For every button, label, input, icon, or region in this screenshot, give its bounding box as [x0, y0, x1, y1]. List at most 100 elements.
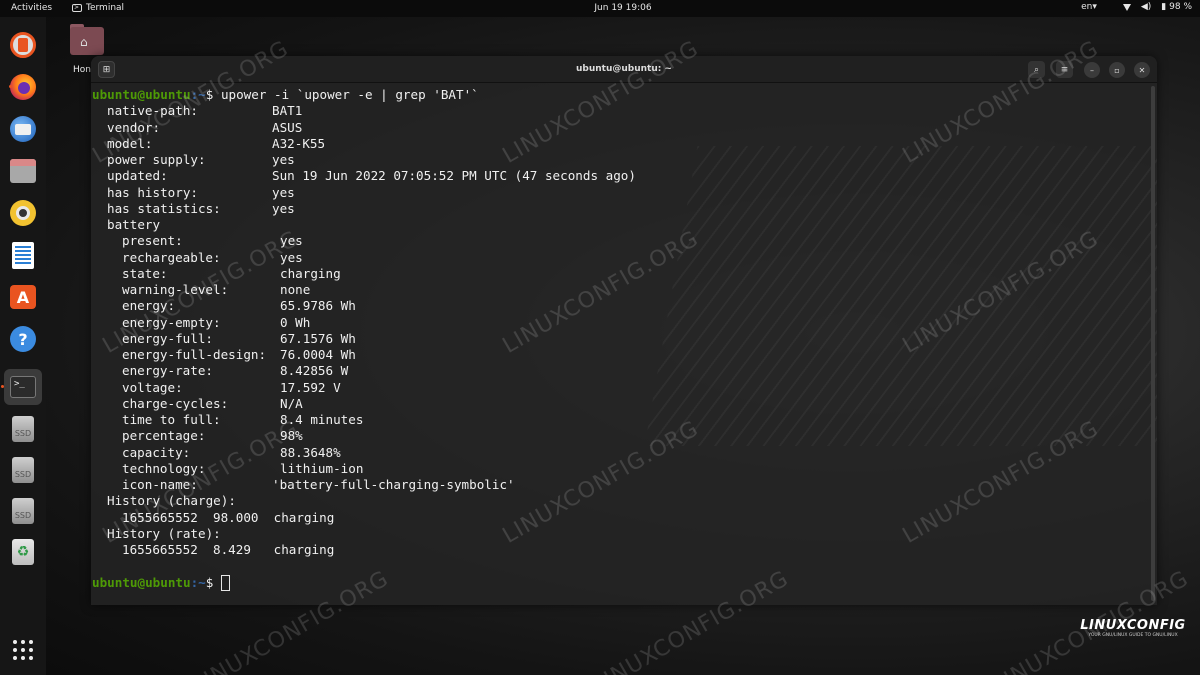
- scrollbar[interactable]: [1151, 86, 1155, 601]
- output-field: updated: Sun 19 Jun 2022 07:05:52 PM UTC …: [92, 168, 1142, 184]
- output-field: model: A32-K55: [92, 136, 1142, 152]
- ssd-drive-icon[interactable]: SSD: [8, 496, 38, 526]
- history-charge-row: 1655665552 98.000 charging: [92, 510, 1142, 526]
- output-field: vendor: ASUS: [92, 120, 1142, 136]
- field-key: energy:: [122, 298, 176, 314]
- field-key: has history:: [107, 184, 198, 200]
- window-title: ubuntu@ubuntu: ~: [575, 64, 673, 74]
- field-key: rechargeable:: [122, 249, 221, 265]
- field-value: 65.9786 Wh: [280, 298, 356, 314]
- output-field: power supply: yes: [92, 152, 1142, 168]
- output-field: has history: yes: [92, 185, 1142, 201]
- battery-field: voltage: 17.592 V: [92, 380, 1142, 396]
- history-charge-row-text: 1655665552 98.000 charging: [122, 509, 335, 525]
- field-key: technology:: [122, 460, 206, 476]
- close-button[interactable]: ✕: [1134, 62, 1150, 78]
- volume-icon: ◀): [1140, 2, 1152, 12]
- field-value: yes: [272, 200, 295, 216]
- field-key: icon-name:: [122, 477, 198, 492]
- terminal-output[interactable]: ubuntu@ubuntu:~$ upower -i `upower -e | …: [91, 86, 1157, 605]
- field-key: charge-cycles:: [122, 395, 229, 411]
- field-value: charging: [280, 265, 341, 281]
- close-icon: ✕: [1138, 65, 1146, 75]
- prompt-symbol: $: [205, 87, 214, 102]
- terminal-header-bar[interactable]: ⊞ ubuntu@ubuntu: ~ ⌕ ≡ – ▫ ✕: [91, 56, 1157, 83]
- system-tray[interactable]: en▾ ◀) ▮ 98 %: [1081, 2, 1192, 12]
- output-field: has statistics: yes: [92, 201, 1142, 217]
- field-key: state:: [122, 265, 168, 281]
- field-value: A32-K55: [272, 135, 326, 151]
- app-center-icon[interactable]: [8, 30, 38, 60]
- dock: A ? >_ SSD SSD SSD ♻: [0, 17, 46, 675]
- history-rate-row-text: 1655665552 8.429 charging: [122, 542, 335, 557]
- search-icon: ⌕: [1033, 64, 1040, 75]
- history-charge-header-text: History (charge):: [107, 493, 236, 509]
- field-value: 0 Wh: [280, 314, 311, 330]
- field-value: yes: [272, 152, 295, 167]
- files-icon[interactable]: [8, 156, 38, 186]
- hamburger-menu-icon: ≡: [1060, 64, 1069, 75]
- field-value: 88.3648%: [280, 444, 341, 460]
- battery-field: technology: lithium-ion: [92, 461, 1142, 477]
- rhythmbox-icon[interactable]: [8, 198, 38, 228]
- battery-field: energy-full: 67.1576 Wh: [92, 331, 1142, 347]
- minimize-button[interactable]: –: [1084, 62, 1100, 78]
- maximize-icon: ▫: [1114, 65, 1120, 75]
- trash-icon[interactable]: ♻: [8, 537, 38, 567]
- terminal-icon[interactable]: >_: [1, 369, 42, 405]
- command-line: ubuntu@ubuntu:~$ upower -i `upower -e | …: [92, 87, 1142, 103]
- field-value: 98%: [280, 428, 303, 444]
- battery-field: energy: 65.9786 Wh: [92, 298, 1142, 314]
- prompt-user: ubuntu@ubuntu: [92, 574, 191, 590]
- field-key: present:: [122, 233, 183, 249]
- language-indicator[interactable]: en▾: [1081, 2, 1097, 12]
- field-key: warning-level:: [122, 282, 229, 297]
- field-key: percentage:: [122, 428, 206, 444]
- field-key: capacity:: [122, 444, 191, 460]
- battery-field: capacity: 88.3648%: [92, 445, 1142, 461]
- terminal-window[interactable]: ⊞ ubuntu@ubuntu: ~ ⌕ ≡ – ▫ ✕ ubuntu@ubun…: [91, 56, 1157, 605]
- thunderbird-icon[interactable]: [8, 114, 38, 144]
- search-button[interactable]: ⌕: [1028, 61, 1045, 78]
- field-value: N/A: [280, 395, 303, 411]
- prompt-path: :~: [190, 574, 206, 590]
- field-value: BAT1: [272, 103, 303, 119]
- field-value: yes: [272, 184, 295, 200]
- battery-status: ▮ 98 %: [1161, 2, 1192, 12]
- field-value: none: [280, 282, 311, 297]
- help-icon[interactable]: ?: [8, 324, 38, 354]
- menu-button[interactable]: ≡: [1056, 61, 1073, 78]
- top-bar: Activities > Terminal Jun 19 19:06 en▾ ◀…: [0, 0, 1200, 17]
- field-value: lithium-ion: [280, 460, 364, 476]
- battery-field: energy-full-design: 76.0004 Wh: [92, 347, 1142, 363]
- history-rate-header-text: History (rate):: [107, 525, 221, 541]
- history-rate-row: 1655665552 8.429 charging: [92, 542, 1142, 558]
- battery-field: warning-level: none: [92, 282, 1142, 298]
- ssd-drive-icon[interactable]: SSD: [8, 414, 38, 444]
- show-apps-icon[interactable]: [8, 635, 38, 665]
- battery-header: battery: [92, 217, 1142, 233]
- ssd-drive-icon[interactable]: SSD: [8, 455, 38, 485]
- battery-field: rechargeable: yes: [92, 250, 1142, 266]
- battery-header-text: battery: [107, 217, 161, 232]
- field-key: native-path:: [107, 103, 198, 119]
- battery-field: energy-empty: 0 Wh: [92, 315, 1142, 331]
- field-key: vendor:: [107, 119, 161, 135]
- firefox-icon[interactable]: [8, 72, 38, 102]
- field-key: voltage:: [122, 379, 183, 395]
- prompt-path: :~: [190, 87, 206, 102]
- field-value: 17.592 V: [280, 379, 341, 395]
- libreoffice-writer-icon[interactable]: [8, 240, 38, 270]
- battery-field: present: yes: [92, 233, 1142, 249]
- home-folder-label: Hon: [73, 65, 91, 75]
- battery-field: time to full: 8.4 minutes: [92, 412, 1142, 428]
- clock[interactable]: Jun 19 19:06: [0, 3, 1200, 13]
- prompt-symbol: $: [205, 574, 214, 590]
- field-value: 76.0004 Wh: [280, 347, 356, 362]
- prompt-line: ubuntu@ubuntu:~$: [92, 574, 1142, 591]
- minimize-icon: –: [1090, 65, 1094, 75]
- field-value: 8.42856 W: [280, 363, 349, 379]
- maximize-button[interactable]: ▫: [1109, 62, 1125, 78]
- ubuntu-software-icon[interactable]: A: [8, 282, 38, 312]
- linuxconfig-logo: LINUXCONFIG YOUR GNU/LINUX GUIDE TO GNU/…: [1080, 618, 1186, 638]
